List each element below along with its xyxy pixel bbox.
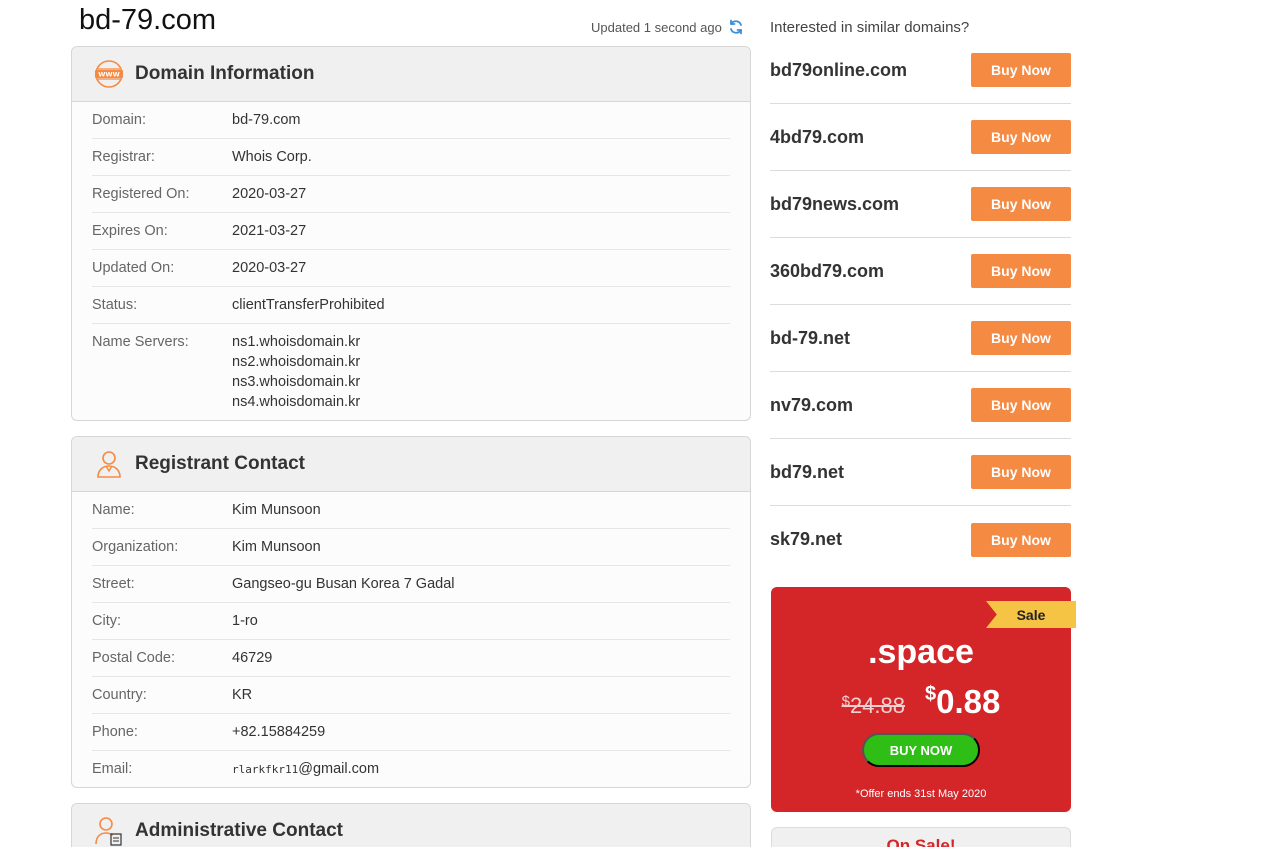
card-header: WWW Domain Information [72, 47, 750, 102]
buy-now-button[interactable]: Buy Now [971, 120, 1071, 154]
info-row: Expires On: 2021-03-27 [92, 213, 730, 250]
updated-status: Updated 1 second ago [591, 19, 744, 35]
www-icon: WWW [94, 59, 124, 89]
list-item: bd79online.com Buy Now [770, 37, 1071, 104]
new-price: $0.88 [925, 683, 1001, 720]
name-server: ns3.whoisdomain.kr [232, 374, 361, 390]
buy-now-button[interactable]: Buy Now [971, 53, 1071, 87]
updated-text: Updated 1 second ago [591, 19, 722, 35]
info-row: Street: Gangseo-gu Busan Korea 7 Gadal [92, 566, 730, 603]
buy-now-button[interactable]: Buy Now [971, 522, 1071, 557]
info-row: Status: clientTransferProhibited [92, 287, 730, 324]
list-item: nv79.com Buy Now [770, 372, 1071, 439]
domain-name[interactable]: bd-79.net [770, 328, 850, 349]
space-promo-banner[interactable]: Sale .space $24.88 $0.88 BUY NOW *Offer … [771, 587, 1076, 812]
domain-name[interactable]: 360bd79.com [770, 261, 884, 282]
domain-name[interactable]: bd79.net [770, 462, 844, 483]
domain-name[interactable]: 4bd79.com [770, 127, 864, 148]
domain-name[interactable]: bd79news.com [770, 194, 899, 215]
refresh-icon[interactable] [728, 19, 744, 35]
page-title: bd-79.com [79, 4, 217, 36]
domain-name[interactable]: nv79.com [770, 395, 853, 416]
info-row: Country: KR [92, 677, 730, 714]
promo-tld: .space [868, 633, 974, 671]
email-row: Email: rlarkfkr11@gmail.com [92, 761, 380, 777]
admin-person-icon [94, 816, 124, 846]
name-server: ns1.whoisdomain.kr [232, 334, 361, 350]
domain-name[interactable]: sk79.net [770, 529, 842, 550]
email-user-image-text: rlarkfkr11 [232, 763, 299, 776]
list-item: sk79.net Buy Now [770, 506, 1071, 573]
on-sale-box[interactable]: On Sale! [771, 827, 1071, 847]
buy-now-button[interactable]: Buy Now [971, 187, 1071, 221]
card-header: Registrant Contact [72, 437, 750, 492]
name-server: ns2.whoisdomain.kr [232, 354, 361, 370]
promo-buy-now-button[interactable]: BUY NOW [862, 733, 980, 767]
similar-domains-list: bd79online.com Buy Now 4bd79.com Buy Now b… [770, 37, 1071, 573]
card-title: Administrative Contact [135, 820, 343, 841]
list-item: bd-79.net Buy Now [770, 305, 1071, 372]
info-row: Domain: bd-79.com [92, 102, 730, 139]
info-row: Postal Code: 46729 [92, 640, 730, 677]
name-server: ns4.whoisdomain.kr [232, 394, 361, 410]
buy-now-button[interactable]: Buy Now [971, 388, 1071, 422]
info-row: Phone: +82.15884259 [92, 714, 730, 751]
buy-now-button[interactable]: Buy Now [971, 455, 1071, 489]
list-item: 360bd79.com Buy Now [770, 238, 1071, 305]
on-sale-label: On Sale! [886, 836, 956, 847]
registrant-contact-card: Registrant Contact Name: Kim Munsoon Orga… [71, 436, 751, 788]
offer-note: *Offer ends 31st May 2020 [855, 788, 987, 800]
card-title: Domain Information [135, 63, 315, 84]
card-title: Registrant Contact [135, 453, 305, 474]
list-item: bd79.net Buy Now [770, 439, 1071, 506]
promo-prices: $24.88 $0.88 [771, 683, 1071, 721]
person-icon [94, 449, 124, 479]
email-domain: @gmail.com [298, 761, 380, 777]
buy-now-button[interactable]: Buy Now [971, 254, 1071, 288]
info-row: Updated On: 2020-03-27 [92, 250, 730, 287]
card-header: Administrative Contact [72, 804, 750, 847]
sale-ribbon: Sale [986, 601, 1076, 628]
info-row: Name: Kim Munsoon [92, 492, 730, 529]
similar-domains-heading: Interested in similar domains? [770, 19, 970, 36]
info-row: Registered On: 2020-03-27 [92, 176, 730, 213]
name-servers-row: Name Servers: ns1.whoisdomain.kr ns2.who… [92, 334, 361, 410]
svg-text:WWW: WWW [98, 71, 120, 79]
domain-name[interactable]: bd79online.com [770, 60, 907, 81]
administrative-contact-card: Administrative Contact [71, 803, 751, 847]
info-row: Organization: Kim Munsoon [92, 529, 730, 566]
old-price: $24.88 [841, 693, 906, 718]
domain-information-card: WWW Domain Information Domain: bd-79.com … [71, 46, 751, 421]
list-item: 4bd79.com Buy Now [770, 104, 1071, 171]
info-row: Registrar: Whois Corp. [92, 139, 730, 176]
list-item: bd79news.com Buy Now [770, 171, 1071, 238]
info-row: City: 1-ro [92, 603, 730, 640]
buy-now-button[interactable]: Buy Now [971, 321, 1071, 355]
